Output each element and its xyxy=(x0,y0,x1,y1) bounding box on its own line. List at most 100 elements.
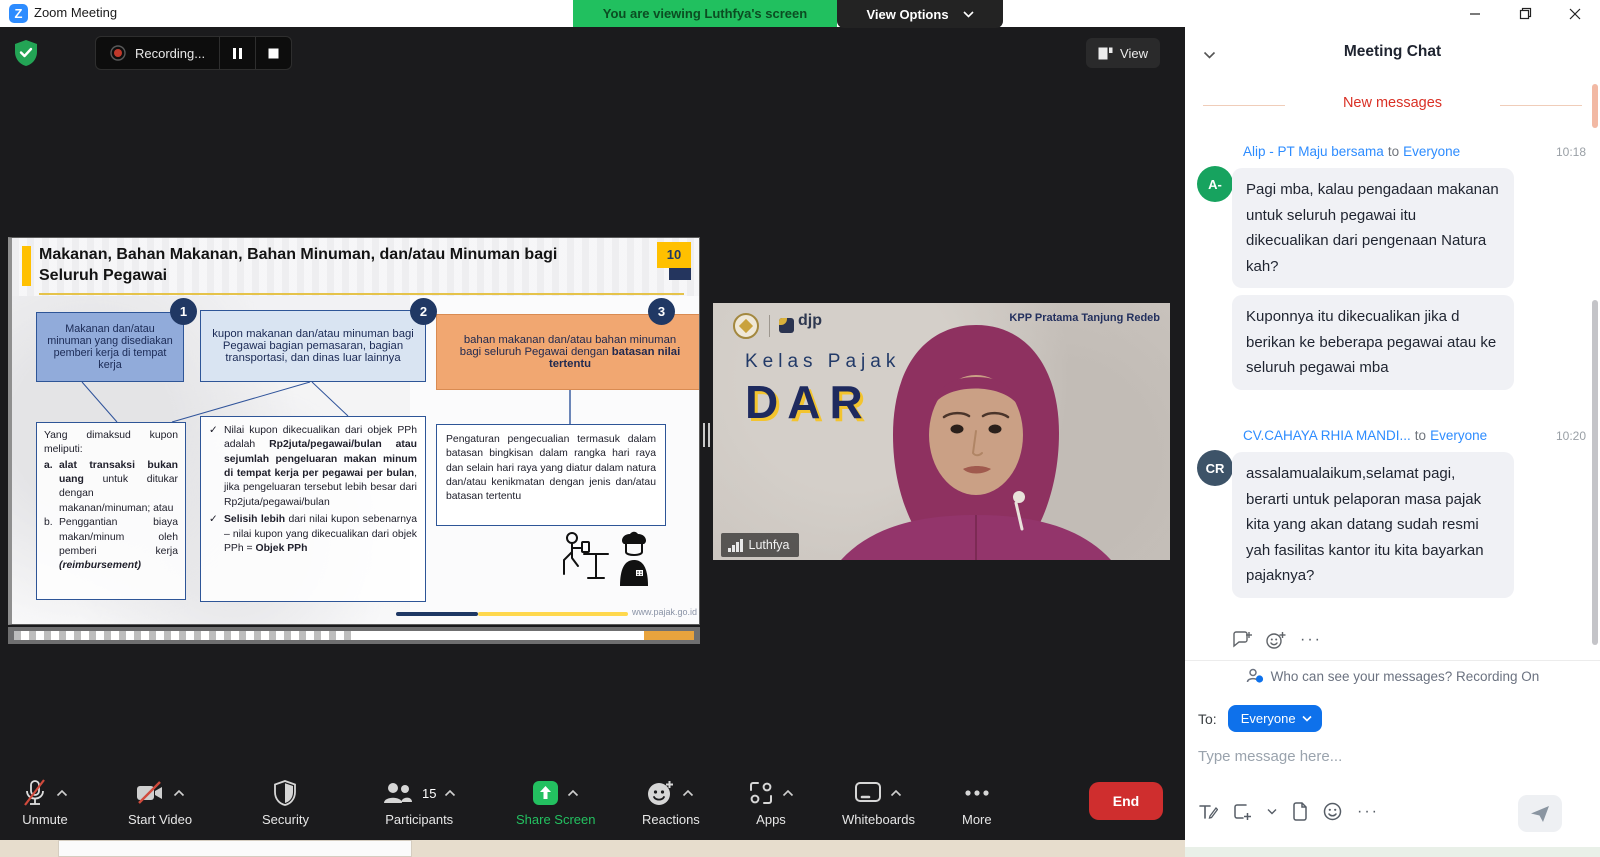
more-dots-icon xyxy=(964,789,990,797)
pause-recording-button[interactable] xyxy=(219,36,255,70)
start-video-button[interactable]: Start Video xyxy=(128,776,192,827)
new-messages-label: New messages xyxy=(1185,95,1600,111)
apps-button[interactable]: Apps xyxy=(748,776,794,827)
slide-title-underline xyxy=(39,293,684,295)
check-icon: ✓ xyxy=(209,513,219,556)
apps-icon xyxy=(748,780,774,806)
minimize-button[interactable] xyxy=(1450,0,1500,27)
background-window-sliver xyxy=(58,840,412,857)
apps-options-caret[interactable] xyxy=(782,789,794,797)
send-plane-icon xyxy=(1530,805,1550,823)
video-options-caret[interactable] xyxy=(173,789,185,797)
zoom-meeting-window: Z Zoom Meeting You are viewing Luthfya's… xyxy=(0,0,1600,857)
recording-indicator: Recording... xyxy=(95,36,292,70)
window-controls xyxy=(1450,0,1600,27)
slide-box-makanan: Makanan dan/atau minuman yang disediakan… xyxy=(36,312,184,382)
message-sender-line: CV.CAHAYA RHIA MANDI... to Everyone 10:2… xyxy=(1243,428,1586,443)
diner-and-chef-icons xyxy=(550,530,660,595)
meeting-chat-panel: Meeting Chat New messages Alip - PT Maju… xyxy=(1185,27,1600,847)
reactions-options-caret[interactable] xyxy=(682,789,694,797)
security-button[interactable]: Security xyxy=(262,776,309,827)
check-icon: ✓ xyxy=(209,424,219,510)
chat-input-toolbar: ··· xyxy=(1198,802,1379,821)
kupon-intro: Yang dimaksud kupon meliputi: xyxy=(44,429,178,458)
emoji-icon[interactable] xyxy=(1323,802,1342,821)
meeting-main-area: Recording... View Makanan, Bahan Makanan… xyxy=(0,27,1185,857)
end-meeting-button[interactable]: End xyxy=(1089,782,1163,820)
slide-footer-url: www.pajak.go.id xyxy=(632,607,697,617)
restore-button[interactable] xyxy=(1500,0,1550,27)
to-label: To: xyxy=(1198,711,1217,727)
attach-file-icon[interactable] xyxy=(1292,802,1308,821)
zoom-logo-icon: Z xyxy=(9,4,28,23)
chat-message-bubble: Kuponnya itu dikecualikan jika d berikan… xyxy=(1232,295,1514,390)
reactions-smiley-icon xyxy=(647,780,674,807)
chat-scrollbar[interactable] xyxy=(1592,300,1598,645)
message-time: 10:18 xyxy=(1556,145,1586,159)
unmute-button[interactable]: Unmute xyxy=(22,776,68,827)
message-hover-actions: ··· xyxy=(1232,631,1322,649)
participants-options-caret[interactable] xyxy=(444,789,456,797)
participant-name: Luthfya xyxy=(749,538,790,552)
chat-message-bubble: assalamualaikum,selamat pagi, berarti un… xyxy=(1232,452,1514,598)
participant-name-label: Luthfya xyxy=(721,533,799,557)
desktop-strip xyxy=(0,840,1185,857)
recording-label: Recording... xyxy=(135,46,205,61)
share-screen-icon xyxy=(532,780,559,806)
microphone-muted-icon xyxy=(22,779,48,807)
screenshot-options-caret[interactable] xyxy=(1267,808,1277,815)
privacy-person-icon xyxy=(1246,668,1264,684)
more-button[interactable]: More xyxy=(962,776,992,827)
message-time: 10:20 xyxy=(1556,429,1586,443)
reply-in-thread-icon[interactable] xyxy=(1232,631,1252,649)
chat-privacy-notice[interactable]: Who can see your messages? Recording On xyxy=(1185,668,1600,684)
unmute-options-caret[interactable] xyxy=(56,789,68,797)
participants-button[interactable]: 15 Participants xyxy=(382,776,456,827)
meeting-toolbar: Unmute Start Video xyxy=(0,774,1185,840)
filmstrip-orange-segment xyxy=(644,631,694,640)
sender-name: Alip - PT Maju bersama xyxy=(1243,144,1384,159)
reactions-button[interactable]: Reactions xyxy=(642,776,700,827)
whiteboards-options-caret[interactable] xyxy=(890,789,902,797)
view-layout-icon xyxy=(1098,47,1113,60)
filmstrip-bar xyxy=(14,631,674,640)
slide-step-3-badge: 3 xyxy=(648,298,675,325)
chevron-down-icon xyxy=(963,11,974,18)
panel-resize-handle[interactable] xyxy=(703,423,711,447)
share-screen-button[interactable]: Share Screen xyxy=(516,776,596,827)
whiteboards-button[interactable]: Whiteboards xyxy=(842,776,915,827)
slide-detail-nilai-kupon: ✓ Nilai kupon dikecualikan dari objek PP… xyxy=(200,416,426,602)
view-label: View xyxy=(1120,46,1148,61)
format-text-icon[interactable] xyxy=(1198,803,1218,821)
view-options-button[interactable]: View Options xyxy=(837,0,1003,28)
logo-separator xyxy=(769,315,770,337)
add-reaction-icon[interactable] xyxy=(1266,631,1286,649)
window-titlebar: Z Zoom Meeting You are viewing Luthfya's… xyxy=(0,0,1600,27)
slide-step-1-badge: 1 xyxy=(170,298,197,325)
screenshot-icon[interactable] xyxy=(1233,803,1252,821)
speaker-portrait xyxy=(811,319,1141,560)
close-button[interactable] xyxy=(1550,0,1600,27)
participants-icon xyxy=(382,781,414,805)
slide-step-2-badge: 2 xyxy=(410,298,437,325)
chat-message-input[interactable] xyxy=(1198,743,1582,769)
avatar: A- xyxy=(1197,166,1233,202)
slide-accent-bar xyxy=(22,246,31,286)
kemenkeu-logo-icon xyxy=(733,313,759,339)
chat-message-bubble: Pagi mba, kalau pengadaan makanan untuk … xyxy=(1232,168,1514,288)
chat-scrollbar-highlight xyxy=(1592,84,1598,128)
slide-detail-kupon: Yang dimaksud kupon meliputi: a. alat tr… xyxy=(36,422,186,600)
slide-title: Makanan, Bahan Makanan, Bahan Minuman, d… xyxy=(39,245,614,287)
message-more-icon[interactable]: ··· xyxy=(1300,631,1322,649)
share-options-caret[interactable] xyxy=(567,789,579,797)
recipient-select-button[interactable]: Everyone xyxy=(1228,705,1322,732)
view-layout-button[interactable]: View xyxy=(1086,38,1160,68)
send-message-button[interactable] xyxy=(1518,795,1562,832)
input-more-icon[interactable]: ··· xyxy=(1357,803,1379,821)
recording-dot-icon xyxy=(110,45,126,61)
slide-detail-pengaturan: Pengaturan pengecualian termasuk dalam b… xyxy=(436,424,666,526)
window-title: Zoom Meeting xyxy=(34,5,117,20)
chat-divider xyxy=(1185,660,1600,661)
stop-recording-button[interactable] xyxy=(255,36,291,70)
slide-box-bahan: bahan makanan dan/atau bahan minuman bag… xyxy=(436,314,700,390)
